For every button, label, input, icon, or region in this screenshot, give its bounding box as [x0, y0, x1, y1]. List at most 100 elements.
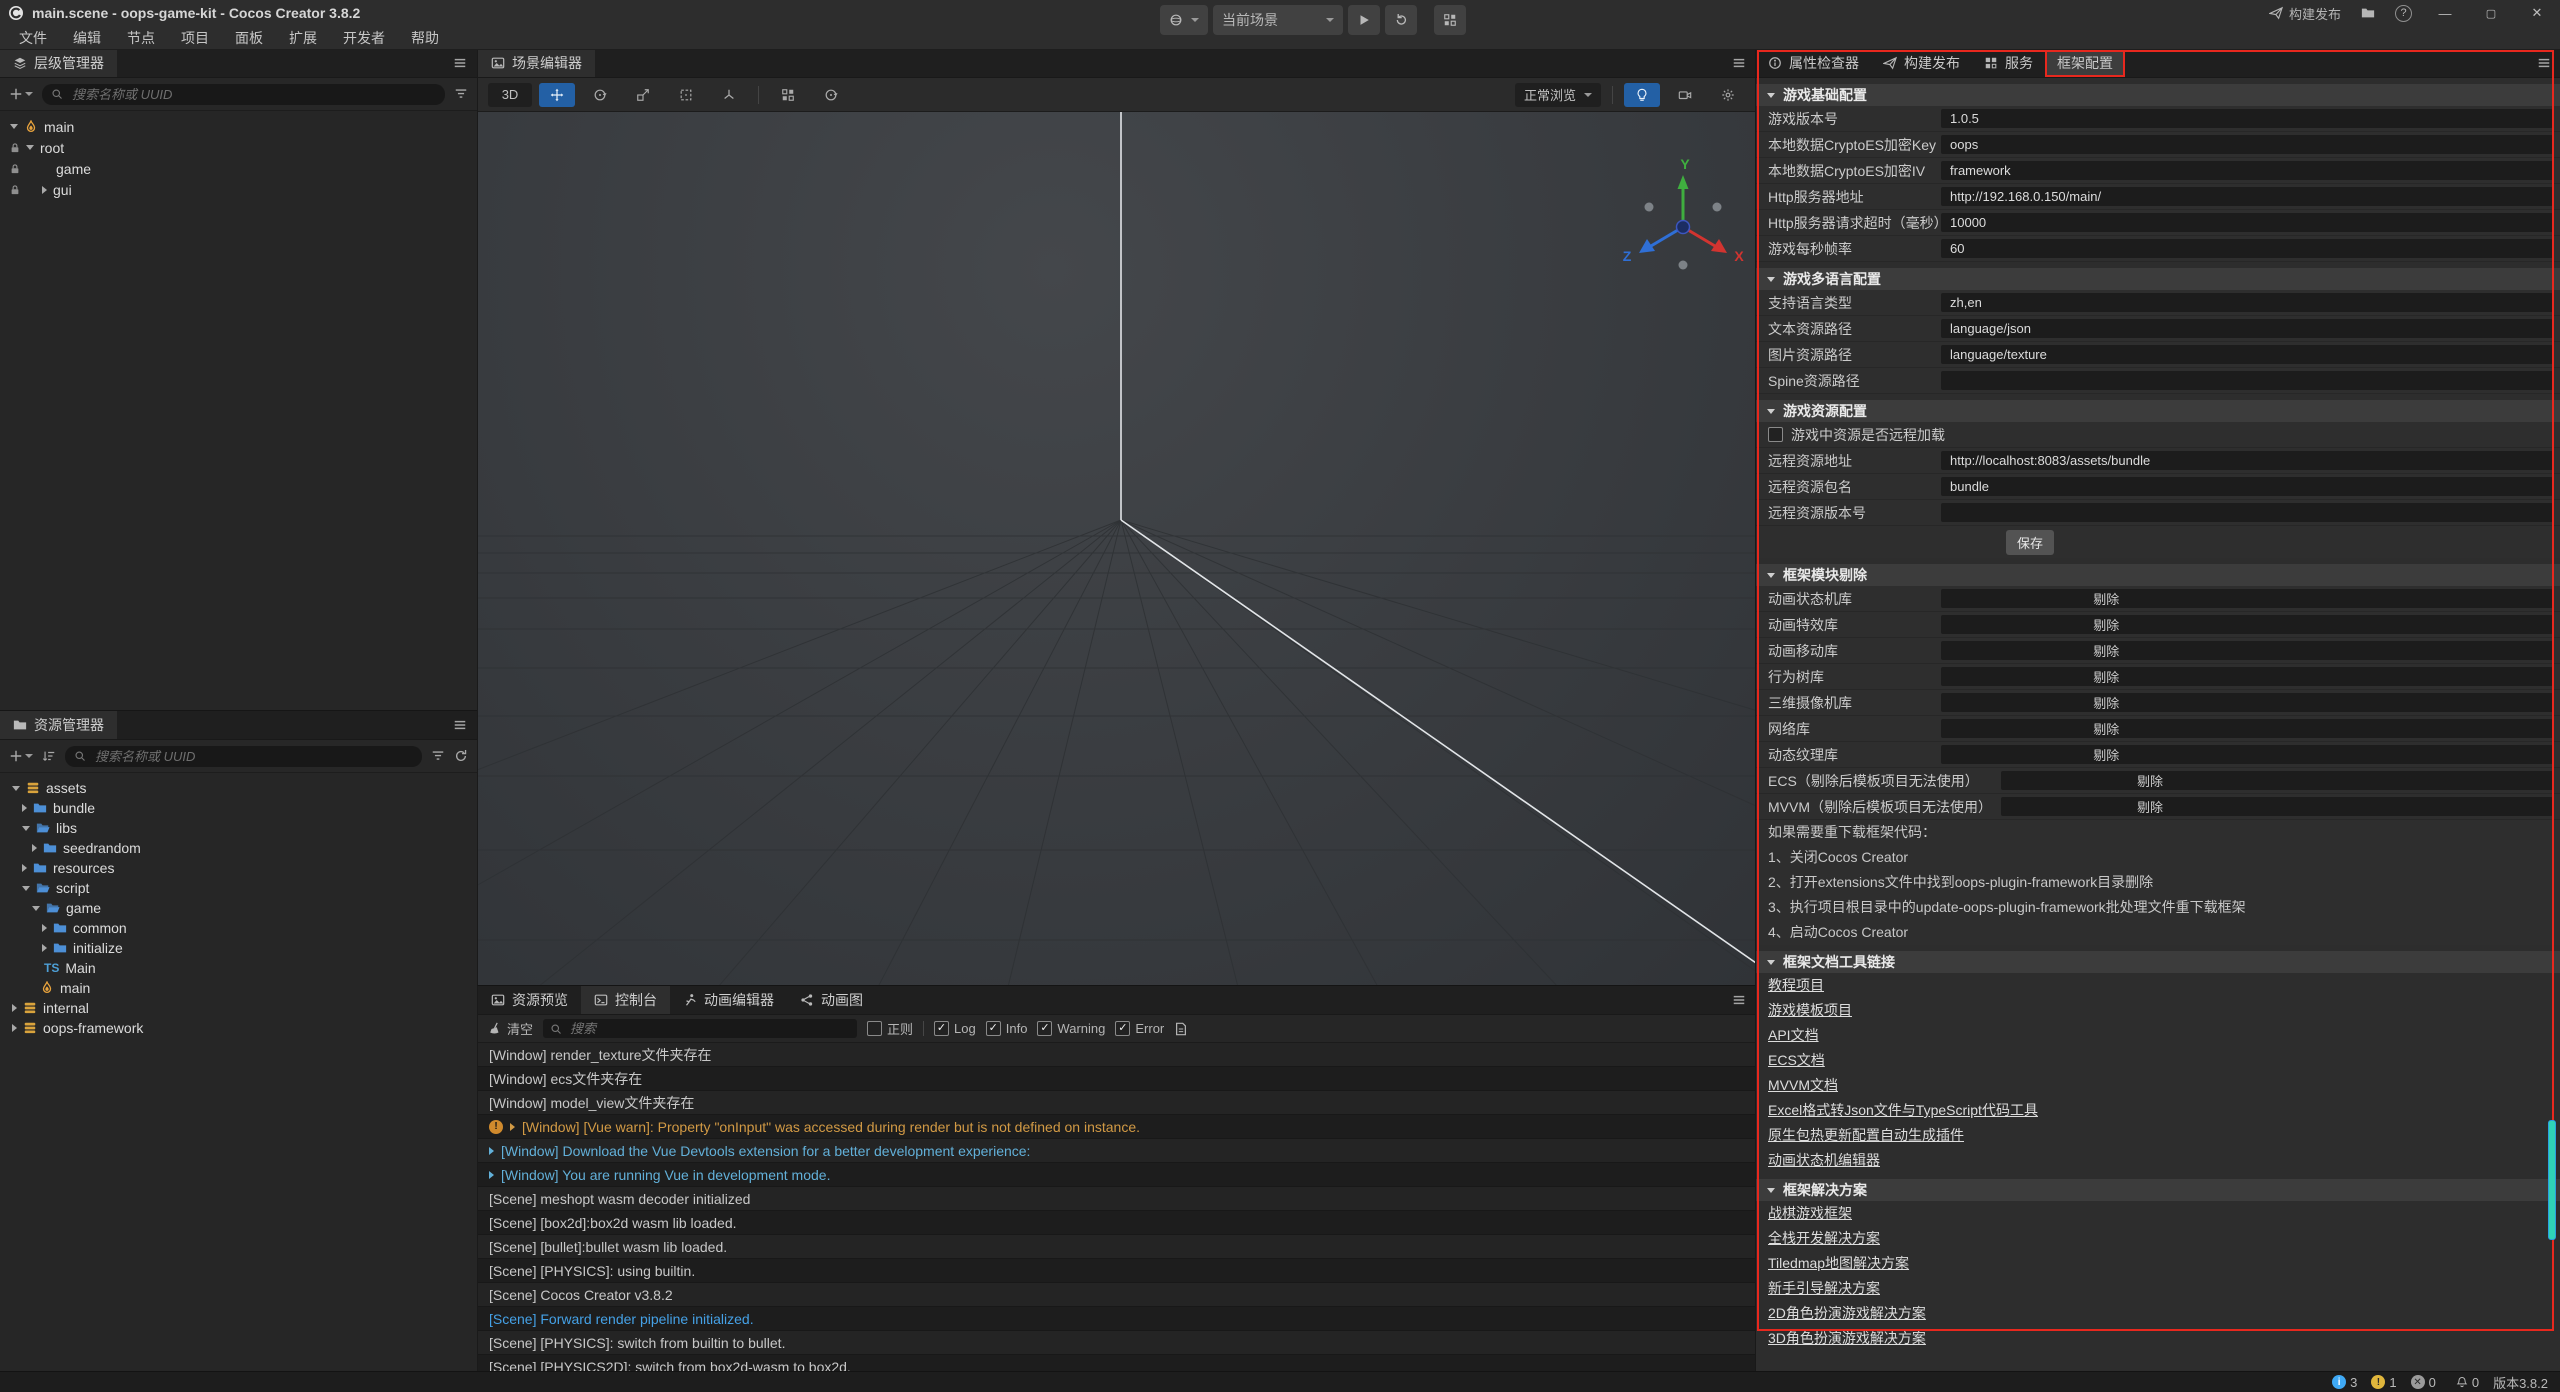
filter-icon[interactable]	[454, 87, 468, 101]
tab-animation-editor[interactable]: 动画编辑器	[670, 986, 787, 1014]
expand-icon[interactable]	[10, 124, 18, 129]
collapse-icon[interactable]	[32, 844, 37, 852]
build-publish-button[interactable]: 构建发布	[2269, 4, 2341, 23]
doc-link-excel-tool[interactable]: Excel格式转Json文件与TypeScript代码工具	[1768, 1098, 2038, 1123]
assets-search-input[interactable]	[93, 748, 413, 765]
tab-property-inspector[interactable]: 属性检查器	[1756, 49, 1871, 77]
doc-link-mvvm[interactable]: MVVM文档	[1768, 1073, 1838, 1098]
crypto-key-input[interactable]: oops	[1941, 135, 2553, 154]
close-button[interactable]: ✕	[2524, 3, 2550, 23]
expand-icon[interactable]	[32, 906, 40, 911]
remove-button[interactable]: 剔除	[2093, 589, 2119, 608]
solution-link-tiledmap[interactable]: Tiledmap地图解决方案	[1768, 1251, 1909, 1276]
tab-asset-preview[interactable]: 资源预览	[478, 986, 581, 1014]
section-module-trim[interactable]: 框架模块剔除	[1756, 564, 2560, 586]
tab-scene-editor[interactable]: 场景编辑器	[478, 49, 595, 77]
languages-input[interactable]: zh,en	[1941, 293, 2553, 312]
preview-target-dropdown[interactable]	[1160, 5, 1208, 35]
regex-toggle[interactable]: 正则	[867, 1019, 913, 1038]
restart-button[interactable]	[1385, 5, 1417, 35]
asset-node-initialize[interactable]: initialize	[0, 938, 477, 958]
asset-node-script[interactable]: script	[0, 878, 477, 898]
tree-node-game[interactable]: game	[0, 158, 477, 179]
info-counter[interactable]: i 3	[2332, 1375, 2357, 1390]
asset-node-assets[interactable]: assets	[0, 778, 477, 798]
error-checkbox[interactable]	[1115, 1021, 1130, 1036]
log-entry[interactable]: [Window] render_texture文件夹存在	[478, 1043, 1756, 1067]
expand-icon[interactable]	[22, 886, 30, 891]
help-icon[interactable]: ?	[2395, 5, 2412, 22]
menu-project[interactable]: 项目	[168, 28, 222, 48]
log-entry[interactable]: [Scene] [bullet]:bullet wasm lib loaded.	[478, 1235, 1756, 1259]
create-node-button[interactable]	[9, 87, 33, 101]
project-folder-icon[interactable]	[2361, 6, 2375, 20]
panel-menu-icon[interactable]	[1732, 993, 1746, 1007]
doc-link-api[interactable]: API文档	[1768, 1023, 1819, 1048]
tab-services[interactable]: 服务	[1972, 49, 2045, 77]
expand-icon[interactable]	[22, 826, 30, 831]
refresh-icon[interactable]	[454, 749, 468, 763]
log-entry[interactable]: [Scene] meshopt wasm decoder initialized	[478, 1187, 1756, 1211]
menu-panel[interactable]: 面板	[222, 28, 276, 48]
layout-button[interactable]	[1434, 5, 1466, 35]
menu-extension[interactable]: 扩展	[276, 28, 330, 48]
remote-url-input[interactable]: http://localhost:8083/assets/bundle	[1941, 451, 2553, 470]
solution-link-2drpg[interactable]: 2D角色扮演游戏解决方案	[1768, 1301, 1926, 1326]
inspector-scrollbar-thumb[interactable]	[2548, 1120, 2556, 1240]
remove-button[interactable]: 剔除	[2093, 719, 2119, 738]
solution-link-fullstack[interactable]: 全栈开发解决方案	[1768, 1226, 1880, 1251]
doc-link-animator-editor[interactable]: 动画状态机编辑器	[1768, 1148, 1880, 1173]
warning-checkbox[interactable]	[1037, 1021, 1052, 1036]
asset-node-libs[interactable]: libs	[0, 818, 477, 838]
menu-file[interactable]: 文件	[6, 28, 60, 48]
section-doc-links[interactable]: 框架文档工具链接	[1756, 951, 2560, 973]
log-entry[interactable]: [Window] model_view文件夹存在	[478, 1091, 1756, 1115]
collapse-icon[interactable]	[22, 864, 27, 872]
expand-icon[interactable]	[489, 1147, 494, 1155]
expand-icon[interactable]	[489, 1171, 494, 1179]
menu-developer[interactable]: 开发者	[330, 28, 398, 48]
assets-search[interactable]	[65, 746, 422, 767]
solution-link-guide[interactable]: 新手引导解决方案	[1768, 1276, 1880, 1301]
asset-node-bundle[interactable]: bundle	[0, 798, 477, 818]
console-search-input[interactable]	[568, 1020, 850, 1037]
notification-counter[interactable]: 0	[2456, 1375, 2479, 1390]
open-log-file-icon[interactable]	[1174, 1022, 1188, 1036]
hierarchy-search[interactable]	[42, 84, 445, 105]
log-entry[interactable]: [Window] You are running Vue in developm…	[478, 1163, 1756, 1187]
collapse-icon[interactable]	[42, 186, 47, 194]
scene-settings-button[interactable]	[1710, 83, 1746, 107]
log-entry[interactable]: [Scene] Forward render pipeline initiali…	[478, 1307, 1756, 1331]
gizmo-space-button[interactable]	[711, 83, 747, 107]
remote-load-checkbox[interactable]	[1768, 427, 1783, 442]
tab-fram­ework-config[interactable]: 框架配置	[2045, 49, 2125, 77]
spine-path-input[interactable]	[1941, 371, 2553, 390]
expand-icon[interactable]	[12, 786, 20, 791]
log-entry[interactable]: [Scene] Cocos Creator v3.8.2	[478, 1283, 1756, 1307]
camera-settings-button[interactable]	[1667, 83, 1703, 107]
collapse-icon[interactable]	[12, 1004, 17, 1012]
tree-node-main[interactable]: main	[0, 116, 477, 137]
maximize-button[interactable]: ▢	[2478, 3, 2504, 23]
doc-link-ecs[interactable]: ECS文档	[1768, 1048, 1825, 1073]
asset-node-main-ts[interactable]: TS Main	[0, 958, 477, 978]
lock-icon[interactable]	[9, 184, 21, 196]
remote-bundle-input[interactable]: bundle	[1941, 477, 2553, 496]
lock-icon[interactable]	[9, 163, 21, 175]
asset-node-seedrandom[interactable]: seedrandom	[0, 838, 477, 858]
tab-build-publish[interactable]: 构建发布	[1871, 49, 1972, 77]
tree-node-root[interactable]: root	[0, 137, 477, 158]
section-resource-config[interactable]: 游戏资源配置	[1756, 400, 2560, 422]
asset-node-resources[interactable]: resources	[0, 858, 477, 878]
remove-button[interactable]: 剔除	[2093, 693, 2119, 712]
menu-help[interactable]: 帮助	[398, 28, 452, 48]
doc-link-template[interactable]: 游戏模板项目	[1768, 998, 1852, 1023]
solution-link-3drpg[interactable]: 3D角色扮演游戏解决方案	[1768, 1326, 1926, 1351]
filter-info-toggle[interactable]: Info	[986, 1021, 1028, 1036]
anchor-button[interactable]	[813, 83, 849, 107]
remove-button[interactable]: 剔除	[2137, 797, 2163, 816]
filter-icon[interactable]	[431, 749, 445, 763]
filter-error-toggle[interactable]: Error	[1115, 1021, 1164, 1036]
log-checkbox[interactable]	[934, 1021, 949, 1036]
sort-icon[interactable]	[42, 749, 56, 763]
